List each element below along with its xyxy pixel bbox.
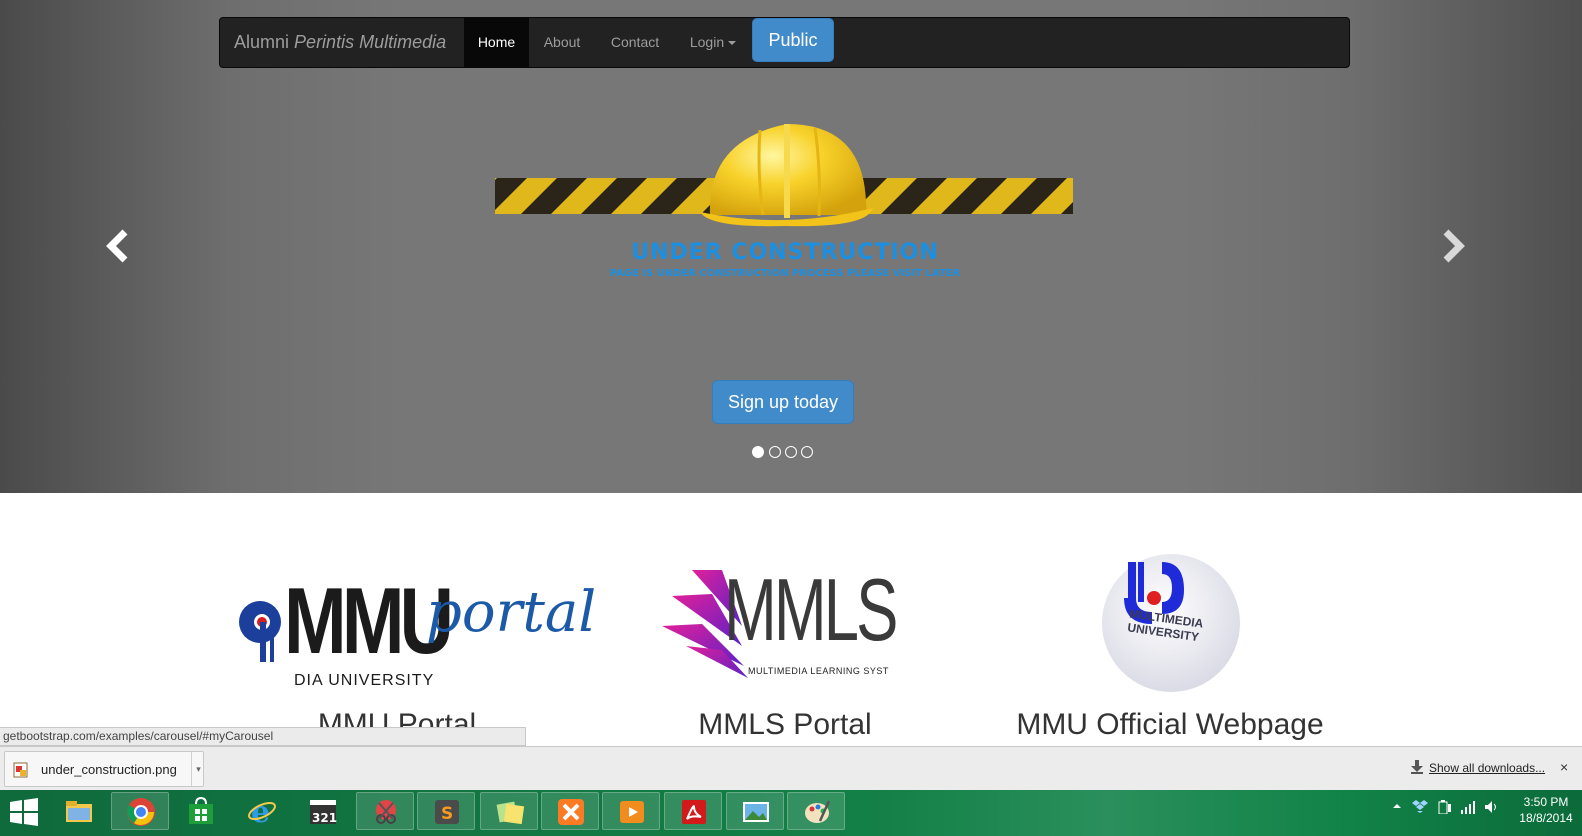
show-all-downloads-link[interactable]: Show all downloads...	[1429, 761, 1545, 775]
mmls-portal-logo[interactable]: MMLS MULTIMEDIA LEARNING SYST	[662, 560, 898, 680]
tray-dropbox[interactable]	[1412, 800, 1428, 817]
media-player-classic-icon: 321	[310, 800, 337, 825]
taskbar-internet-explorer[interactable]: e	[233, 792, 291, 830]
carousel-indicators	[752, 446, 816, 458]
dropbox-icon	[1412, 800, 1428, 813]
start-button[interactable]	[0, 792, 48, 830]
public-button[interactable]: Public	[752, 18, 834, 62]
carousel-indicator[interactable]	[752, 446, 764, 458]
media-player-icon	[620, 801, 644, 823]
file-explorer-icon	[66, 801, 92, 822]
snipping-tool-icon	[376, 800, 396, 824]
internet-explorer-icon: e	[248, 796, 276, 826]
taskbar-xampp[interactable]	[541, 792, 599, 830]
tray-volume[interactable]	[1484, 800, 1500, 817]
taskbar-media-player[interactable]	[602, 792, 660, 830]
taskbar-snipping-tool[interactable]	[356, 792, 414, 830]
navbar: Alumni Perintis Multimedia Home About Co…	[219, 17, 1350, 68]
caret-down-icon	[728, 41, 737, 46]
mmu-portal-logo[interactable]: MMU portal DIA UNIVERSITY	[238, 566, 596, 692]
store-icon	[189, 796, 213, 824]
mmu-official-caption: MMU Official Webpage	[1016, 708, 1324, 741]
nav-home[interactable]: Home	[464, 18, 529, 67]
navbar-brand[interactable]: Alumni Perintis Multimedia	[234, 32, 446, 53]
under-construction-banner: UNDER CONSTRUCTION PAGE IS UNDER CONSTRU…	[495, 120, 1073, 285]
carousel-indicator[interactable]	[785, 446, 797, 458]
close-shelf-button[interactable]: ×	[1560, 759, 1568, 775]
show-hidden-icons-button[interactable]	[1392, 800, 1402, 814]
carousel-prev-button[interactable]	[103, 228, 133, 264]
mmls-logo-subtext: MULTIMEDIA LEARNING SYST	[748, 666, 889, 676]
image-file-icon	[13, 762, 28, 778]
download-arrow-icon	[1411, 760, 1423, 774]
svg-text:321: 321	[312, 811, 337, 825]
mmu-logo-text: MMU	[284, 568, 454, 673]
mmls-portal-caption: MMLS Portal	[698, 708, 872, 741]
clock-date: 18/8/2014	[1519, 811, 1573, 825]
speaker-icon	[1485, 801, 1496, 813]
taskbar-file-explorer[interactable]	[50, 792, 108, 830]
status-bar-url: getbootstrap.com/examples/carousel/#myCa…	[0, 727, 526, 746]
sticky-notes-icon	[496, 801, 525, 825]
svg-text:S: S	[441, 804, 453, 824]
carousel-indicator[interactable]	[769, 446, 781, 458]
chevron-left-icon	[106, 229, 128, 263]
signup-button[interactable]: Sign up today	[712, 380, 854, 424]
nav-login-dropdown[interactable]: Login	[675, 18, 751, 67]
brand-italic: Perintis Multimedia	[294, 32, 447, 52]
brand-prefix: Alumni	[234, 32, 290, 52]
tray-power[interactable]	[1436, 800, 1452, 817]
taskbar: e 321 S 3:50 PM 18/8/2014	[0, 790, 1582, 836]
taskbar-store[interactable]	[172, 792, 230, 830]
mmu-logo-subtext: DIA UNIVERSITY	[294, 672, 435, 689]
taskbar-media-player-classic[interactable]: 321	[294, 792, 352, 830]
construction-subtitle: PAGE IS UNDER CONSTRUCTION PROCESS PLEAS…	[609, 268, 961, 279]
mmu-logo-script: portal	[426, 580, 597, 645]
carousel-indicator[interactable]	[801, 446, 813, 458]
mmu-official-logo[interactable]: MULTIMEDIA UNIVERSITY	[1102, 554, 1240, 692]
download-item[interactable]: under_construction.png ▾	[4, 751, 204, 787]
chrome-icon	[127, 798, 155, 826]
taskbar-sublime-text[interactable]: S	[417, 792, 475, 830]
adobe-reader-icon	[682, 800, 706, 824]
download-menu-button[interactable]: ▾	[191, 752, 205, 786]
taskbar-paint[interactable]	[787, 792, 845, 830]
nav-contact[interactable]: Contact	[595, 18, 675, 67]
sublime-text-icon: S	[435, 800, 459, 824]
mmls-logo-text: MMLS	[724, 560, 898, 659]
tray-network[interactable]	[1460, 800, 1476, 817]
taskbar-adobe-reader[interactable]	[664, 792, 722, 830]
windows-start-icon	[10, 798, 38, 826]
svg-text:e: e	[251, 796, 270, 826]
construction-title: UNDER CONSTRUCTION	[631, 240, 939, 265]
download-shelf: under_construction.png ▾ Show all downlo…	[0, 746, 1582, 790]
chevron-right-icon	[1443, 229, 1465, 263]
paint-icon	[805, 800, 831, 823]
photos-icon	[743, 802, 769, 822]
download-file-name: under_construction.png	[41, 762, 177, 777]
clock-time: 3:50 PM	[1523, 795, 1569, 809]
carousel: Alumni Perintis Multimedia Home About Co…	[0, 0, 1582, 493]
xampp-icon	[558, 799, 584, 825]
signal-icon	[1461, 801, 1475, 814]
chevron-up-icon	[1393, 804, 1401, 808]
taskbar-sticky-notes[interactable]	[480, 792, 538, 830]
nav-about[interactable]: About	[529, 18, 595, 67]
taskbar-chrome[interactable]	[111, 792, 169, 830]
taskbar-photos[interactable]	[726, 792, 784, 830]
carousel-next-button[interactable]	[1438, 228, 1468, 264]
battery-icon	[1438, 800, 1451, 815]
taskbar-clock[interactable]: 3:50 PM 18/8/2014	[1514, 794, 1578, 826]
